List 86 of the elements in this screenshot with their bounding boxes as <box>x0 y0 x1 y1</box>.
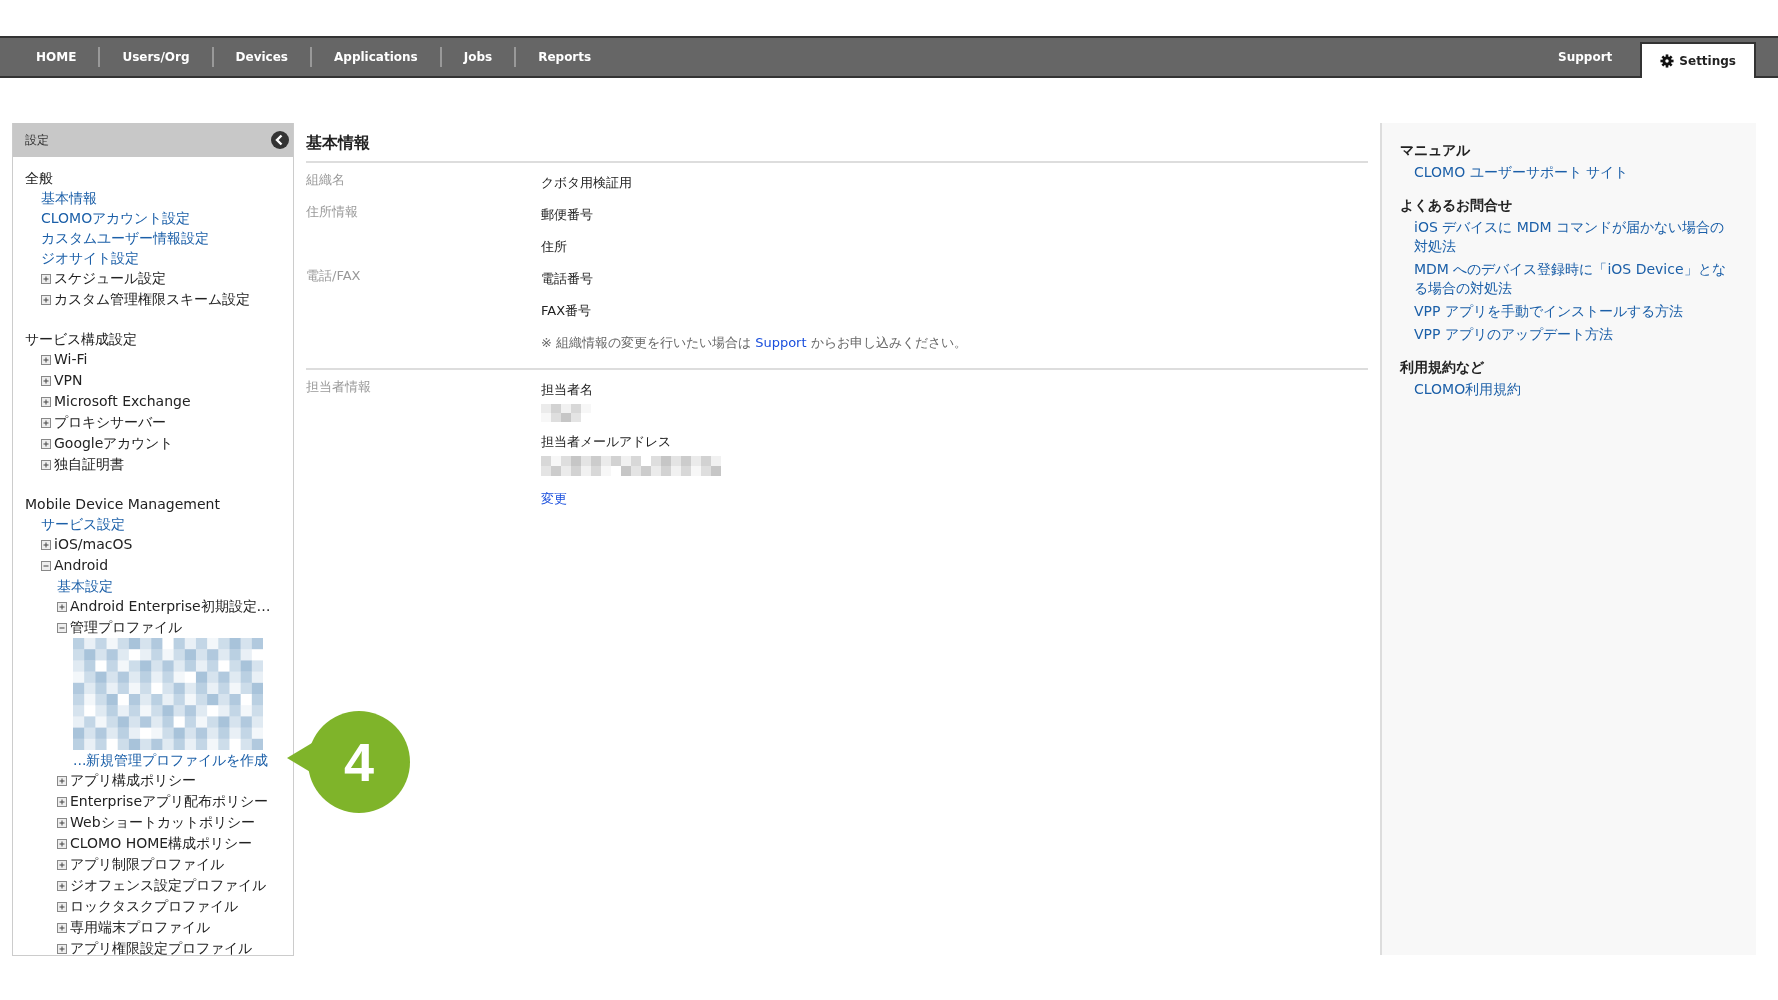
tree-item[interactable]: Webショートカットポリシー <box>57 812 293 833</box>
tree-item[interactable]: CLOMO HOME構成ポリシー <box>57 833 293 854</box>
nav-tab[interactable]: Support <box>1530 38 1641 76</box>
tree-item[interactable]: 専用端末プロファイル <box>57 917 293 938</box>
help-link[interactable]: iOS デバイスに MDM コマンドが届かない場合の対処法 <box>1400 216 1734 258</box>
expand-icon[interactable] <box>41 273 51 284</box>
tree-item[interactable]: ジオフェンス設定プロファイル <box>57 875 293 896</box>
section-heading: 全般 <box>25 169 54 188</box>
help-heading: マニュアル <box>1400 141 1471 160</box>
expand-icon[interactable] <box>57 775 67 786</box>
tree-item[interactable]: カスタム管理権限スキーム設定 <box>41 289 293 310</box>
expand-icon[interactable] <box>57 901 67 912</box>
nav-tab[interactable]: Settings <box>1640 42 1756 78</box>
gear-icon <box>1660 54 1675 68</box>
expand-icon[interactable] <box>57 880 67 891</box>
tree-item[interactable]: アプリ権限設定プロファイル <box>57 938 293 959</box>
tree-item[interactable]: Microsoft Exchange <box>41 391 293 412</box>
expand-icon[interactable] <box>41 459 51 470</box>
expand-icon[interactable] <box>41 539 51 550</box>
change-link[interactable]: 変更 <box>541 488 567 510</box>
help-heading: 利用規約など <box>1400 358 1485 377</box>
field-label: 担当者情報 <box>306 378 371 394</box>
help-link[interactable]: CLOMO利用規約 <box>1400 378 1734 401</box>
sidebar-title: 設定 <box>25 131 49 149</box>
field-value: 住所 <box>541 238 568 256</box>
expand-icon[interactable] <box>57 817 67 828</box>
expand-icon[interactable] <box>41 438 51 449</box>
field-value: 担当者名 <box>541 381 594 399</box>
nav-tab[interactable]: Jobs <box>441 46 515 68</box>
field-value: FAX番号 <box>541 302 593 320</box>
sidebar-link[interactable]: CLOMOアカウント設定 <box>41 210 191 226</box>
expand-icon[interactable] <box>41 417 51 428</box>
expand-icon[interactable] <box>41 375 51 386</box>
expand-icon[interactable] <box>57 838 67 849</box>
expand-icon[interactable] <box>57 943 67 954</box>
tree-item[interactable]: iOS/macOS <box>41 534 293 555</box>
field-label: 組織名 <box>306 171 345 187</box>
expand-icon[interactable] <box>57 922 67 933</box>
field-label: 電話/FAX <box>306 267 361 283</box>
expand-icon[interactable] <box>57 601 67 612</box>
field-value: 電話番号 <box>541 270 594 288</box>
nav-tab[interactable]: HOME <box>14 46 99 68</box>
help-link[interactable]: MDM へのデバイス登録時に「iOS Device」となる場合の対処法 <box>1400 258 1734 300</box>
note-text: ※ 組織情報の変更を行いたい場合は Support からお申し込みください。 <box>541 334 968 352</box>
create-profile-link[interactable]: ...新規管理プロファイルを作成 <box>73 752 269 768</box>
sidebar-link[interactable]: サービス設定 <box>41 516 125 532</box>
help-link[interactable]: VPP アプリのアップデート方法 <box>1400 323 1734 346</box>
sidebar-link[interactable]: カスタムユーザー情報設定 <box>41 230 209 246</box>
nav-tab[interactable]: Applications <box>312 46 440 68</box>
help-link[interactable]: VPP アプリを手動でインストールする方法 <box>1400 300 1734 323</box>
page-title: 基本情報 <box>306 127 1368 163</box>
tree-item[interactable]: VPN <box>41 370 293 391</box>
collapse-sidebar-icon[interactable] <box>271 131 289 149</box>
tree-item[interactable]: Android Enterprise初期設定… <box>57 596 293 617</box>
help-link[interactable]: CLOMO ユーザーサポート サイト <box>1400 161 1734 184</box>
section-heading: サービス構成設定 <box>25 330 138 349</box>
collapse-icon[interactable] <box>57 622 67 633</box>
nav-tab[interactable]: Users/Org <box>100 46 212 68</box>
field-value: 郵便番号 <box>541 206 594 224</box>
expand-icon[interactable] <box>41 294 51 305</box>
expand-icon[interactable] <box>57 859 67 870</box>
field-value: クボタ用検証用 <box>541 174 633 192</box>
nav-tab[interactable]: Reports <box>516 46 614 68</box>
tree-item[interactable]: スケジュール設定 <box>41 268 293 289</box>
collapse-icon[interactable] <box>41 560 51 571</box>
expand-icon[interactable] <box>57 796 67 807</box>
tree-item[interactable]: アプリ制限プロファイル <box>57 854 293 875</box>
support-link[interactable]: Support <box>755 335 807 350</box>
field-label: 住所情報 <box>306 203 358 219</box>
section-heading: Mobile Device Management <box>25 495 221 514</box>
tree-item[interactable]: Wi-Fi <box>41 349 293 370</box>
tree-item[interactable]: Googleアカウント <box>41 433 293 454</box>
tree-item[interactable]: プロキシサーバー <box>41 412 293 433</box>
help-heading: よくあるお問合せ <box>1400 196 1513 215</box>
sidebar-link[interactable]: 基本情報 <box>41 190 97 206</box>
expand-icon[interactable] <box>41 354 51 365</box>
tree-item[interactable]: 管理プロファイル <box>57 617 293 638</box>
expand-icon[interactable] <box>41 396 51 407</box>
redacted-value-drawing <box>541 404 591 422</box>
nav-tab[interactable]: Devices <box>213 46 310 68</box>
tree-item[interactable]: ロックタスクプロファイル <box>57 896 293 917</box>
tree-item[interactable]: 独自証明書 <box>41 454 293 475</box>
tree-item[interactable]: Android <box>41 555 293 576</box>
field-value: 担当者メールアドレス <box>541 433 672 451</box>
sidebar-link[interactable]: ジオサイト設定 <box>41 250 139 266</box>
sidebar-link[interactable]: 基本設定 <box>57 578 113 594</box>
